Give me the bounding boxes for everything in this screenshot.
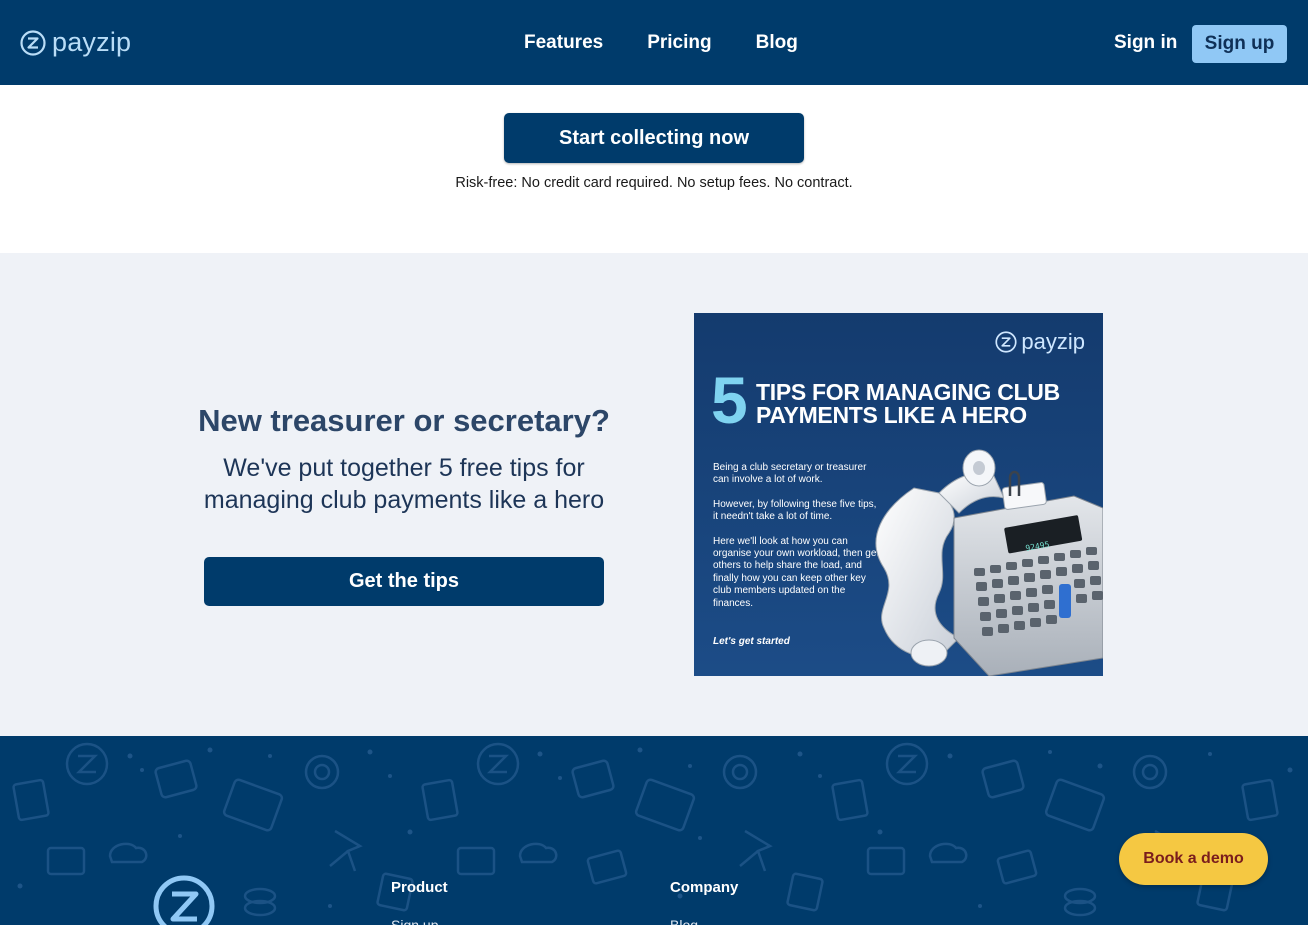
tips-subtitle: We've put together 5 free tips for manag… <box>150 452 658 516</box>
start-collecting-button[interactable]: Start collecting now <box>504 113 804 163</box>
promo-number: 5 <box>711 363 748 437</box>
payzip-logo-icon <box>995 331 1017 353</box>
nav-link-blog[interactable]: Blog <box>756 32 798 54</box>
sign-up-button[interactable]: Sign up <box>1192 25 1287 63</box>
book-a-demo-button[interactable]: Book a demo <box>1119 833 1268 885</box>
tips-section: New treasurer or secretary? We've put to… <box>0 253 1308 736</box>
footer-product-title: Product <box>391 879 448 896</box>
footer: Product Sign up Company Blog <box>0 736 1308 925</box>
footer-company-title: Company <box>670 879 739 896</box>
footer-logo-icon[interactable] <box>152 874 216 925</box>
brand-logo[interactable]: payzip <box>20 27 131 58</box>
promo-title: TIPS FOR MANAGING CLUB PAYMENTS LIKE A H… <box>756 381 1060 427</box>
promo-logo-text: payzip <box>1021 329 1085 354</box>
promo-lets-get-started: Let's get started <box>713 636 790 647</box>
get-the-tips-button[interactable]: Get the tips <box>204 557 604 606</box>
promo-title-line-2: PAYMENTS LIKE A HERO <box>756 402 1027 428</box>
nav-links: Features Pricing Blog <box>524 32 798 54</box>
footer-link-blog[interactable]: Blog <box>670 917 698 925</box>
nav-link-pricing[interactable]: Pricing <box>647 32 711 54</box>
tips-promo-image[interactable]: payzip 5 TIPS FOR MANAGING CLUB PAYMENTS… <box>694 313 1103 676</box>
tips-subtitle-line-2: managing club payments like a hero <box>203 486 605 514</box>
tips-subtitle-line-1: We've put together 5 free tips for <box>223 454 585 482</box>
calculator-illustration: 92495 <box>875 449 1103 676</box>
footer-link-sign-up[interactable]: Sign up <box>391 917 438 925</box>
brand-name: payzip <box>52 27 132 57</box>
nav-link-features[interactable]: Features <box>524 32 603 54</box>
promo-title-line-1: TIPS FOR MANAGING CLUB <box>756 379 1060 405</box>
risk-free-note: Risk-free: No credit card required. No s… <box>455 175 853 191</box>
sign-in-link[interactable]: Sign in <box>1114 32 1177 54</box>
promo-logo: payzip <box>995 329 1085 355</box>
top-nav: payzip Features Pricing Blog Sign in Sig… <box>0 0 1308 85</box>
tips-heading: New treasurer or secretary? <box>198 403 610 438</box>
payzip-logo-icon <box>20 29 46 56</box>
